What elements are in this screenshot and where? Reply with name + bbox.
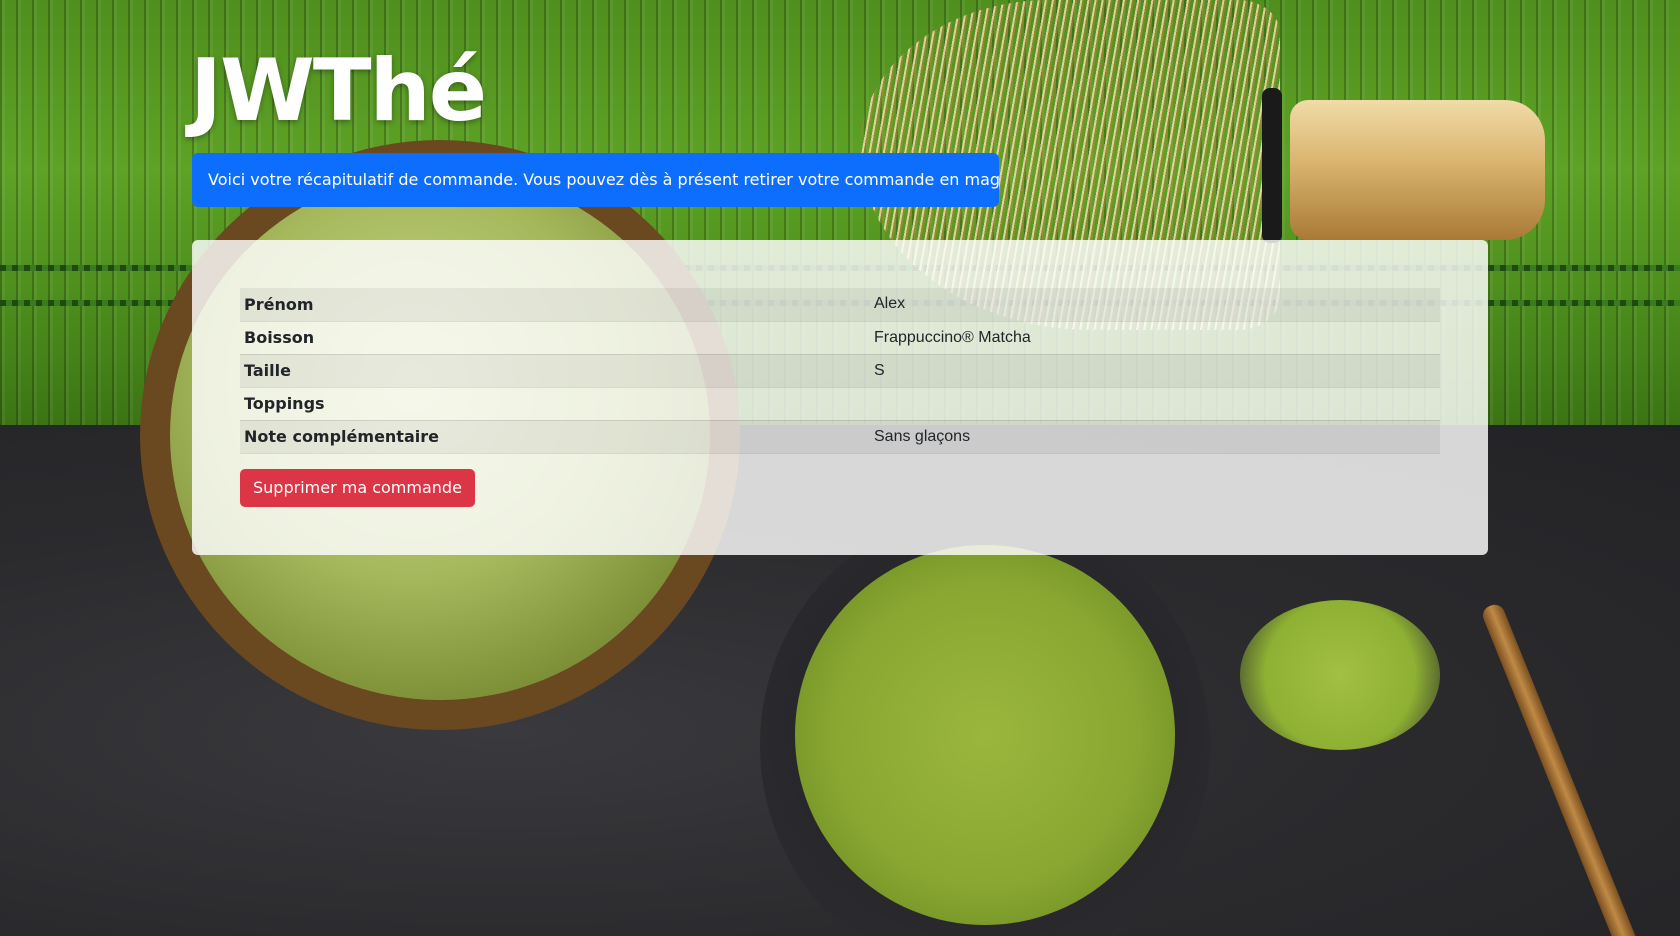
- table-row: Note complémentaire Sans glaçons: [240, 420, 1440, 453]
- row-value: S: [874, 361, 885, 379]
- row-label: Taille: [244, 361, 291, 380]
- table-row: Taille S: [240, 354, 1440, 387]
- row-label: Prénom: [244, 294, 314, 314]
- delete-order-button[interactable]: Supprimer ma commande: [240, 469, 475, 507]
- whisk-handle: [1290, 100, 1545, 240]
- table-row: Prénom Alex: [240, 288, 1440, 321]
- row-label: Boisson: [244, 328, 315, 347]
- matcha-powder: [795, 545, 1175, 925]
- order-summary-table: Prénom Alex Boisson Frappuccino® Matcha …: [240, 288, 1440, 454]
- row-value: Sans glaçons: [874, 427, 971, 445]
- table-row: Toppings: [240, 387, 1440, 420]
- row-label: Toppings: [244, 394, 325, 413]
- whisk-band: [1262, 88, 1282, 243]
- row-value: Alex: [874, 295, 906, 313]
- order-summary-card: Prénom Alex Boisson Frappuccino® Matcha …: [192, 240, 1488, 555]
- matcha-powder-spoon: [1240, 600, 1440, 750]
- row-value: Frappuccino® Matcha: [874, 328, 1031, 346]
- order-info-alert: Voici votre récapitulatif de commande. V…: [192, 153, 999, 207]
- row-label: Note complémentaire: [244, 427, 439, 446]
- brand-logo: JWThé: [190, 41, 487, 141]
- table-row: Boisson Frappuccino® Matcha: [240, 321, 1440, 354]
- row-value: [870, 387, 1440, 420]
